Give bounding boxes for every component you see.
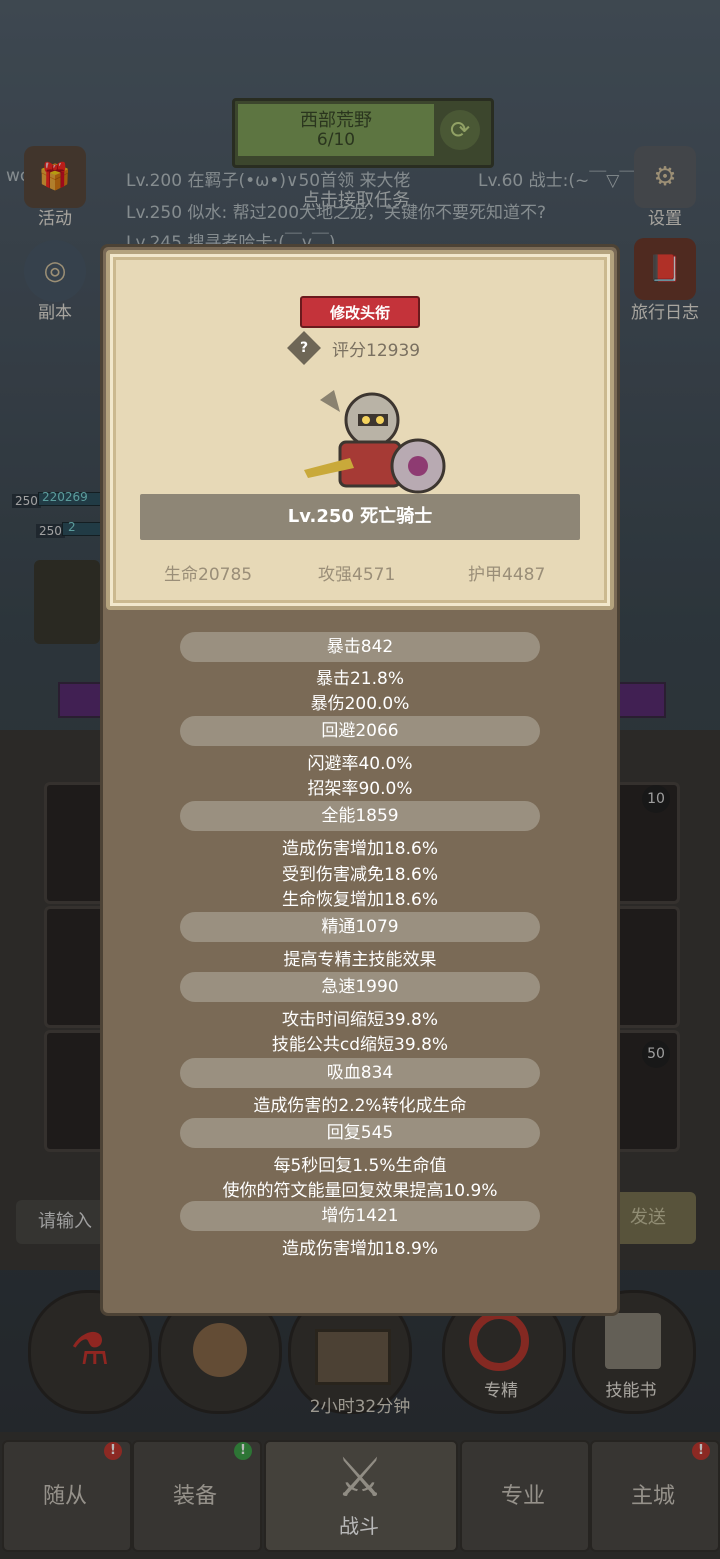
stat-line: 技能公共cd缩短39.8% <box>271 1035 449 1055</box>
stat-section-header: 精通1079 <box>180 912 540 942</box>
help-icon[interactable]: ? <box>292 336 316 360</box>
hp-stat: 生命20785 <box>164 565 253 585</box>
stat-line: 造成伤害增加18.6% <box>281 839 438 859</box>
attack-stat: 攻强4571 <box>318 565 396 585</box>
stat-section-header: 急速1990 <box>180 972 540 1002</box>
stat-section-header: 回复545 <box>180 1118 540 1148</box>
stat-line: 使你的符文能量回复效果提高10.9% <box>222 1181 498 1201</box>
stat-line: 闪避率40.0% <box>307 754 413 774</box>
stat-line: 暴伤200.0% <box>310 694 410 714</box>
rename-title-button[interactable]: 修改头衔 <box>300 296 420 328</box>
stat-section-header: 吸血834 <box>180 1058 540 1088</box>
stat-line: 造成伤害增加18.9% <box>281 1239 438 1259</box>
stat-line: 暴击21.8% <box>315 669 404 689</box>
character-name: Lv.250 死亡骑士 <box>140 494 580 540</box>
stat-line: 每5秒回复1.5%生命值 <box>273 1156 447 1176</box>
stat-section-header: 回避2066 <box>180 716 540 746</box>
stat-line: 招架率90.0% <box>307 779 413 799</box>
armor-stat: 护甲4487 <box>468 565 546 585</box>
stat-line: 提高专精主技能效果 <box>283 950 437 970</box>
stat-line: 生命恢复增加18.6% <box>281 890 438 910</box>
stat-section-header: 暴击842 <box>180 632 540 662</box>
stat-line: 攻击时间缩短39.8% <box>281 1010 438 1030</box>
stat-section-header: 增伤1421 <box>180 1201 540 1231</box>
stat-line: 受到伤害减免18.6% <box>281 865 438 885</box>
score: 评分12939 <box>332 341 421 361</box>
stat-section-header: 全能1859 <box>180 801 540 831</box>
stat-line: 造成伤害的2.2%转化成生命 <box>253 1096 467 1116</box>
death-knight-portrait <box>304 390 446 494</box>
